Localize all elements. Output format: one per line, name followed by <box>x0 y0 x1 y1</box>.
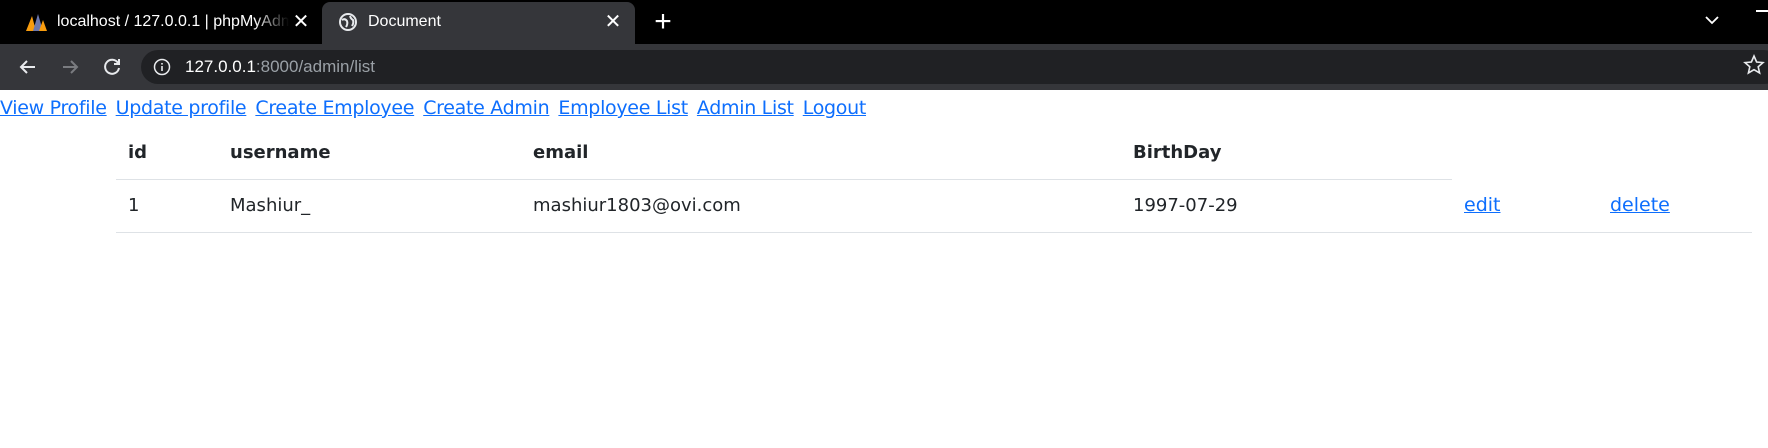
header-email: email <box>521 126 1121 180</box>
cell-delete: delete <box>1598 179 1752 233</box>
admin-table: id username email BirthDay 1 Mashiur_ ma… <box>116 126 1752 233</box>
url-text[interactable]: 127.0.0.1:8000/admin/list <box>185 57 375 77</box>
table-row: 1 Mashiur_ mashiur1803@ovi.com 1997-07-2… <box>116 179 1752 233</box>
header-id: id <box>116 126 218 180</box>
tab-strip: localhost / 127.0.0.1 | phpMyAdmin ✕ Doc… <box>0 0 1768 44</box>
header-birthday: BirthDay <box>1121 126 1452 180</box>
info-icon[interactable] <box>153 58 171 76</box>
page-content: View Profile Update profile Create Emplo… <box>0 90 1768 448</box>
globe-icon <box>339 13 357 31</box>
browser-toolbar: 127.0.0.1:8000/admin/list <box>0 44 1768 90</box>
top-navigation: View Profile Update profile Create Emplo… <box>0 96 869 120</box>
header-username: username <box>218 126 521 180</box>
url-host: 127.0.0.1 <box>185 57 256 76</box>
tab-document[interactable]: Document ✕ <box>322 2 635 44</box>
tab-title: localhost / 127.0.0.1 | phpMyAdmin <box>57 13 289 30</box>
admin-list-link[interactable]: Admin List <box>697 97 794 119</box>
tab-title: Document <box>368 13 441 30</box>
address-bar[interactable]: 127.0.0.1:8000/admin/list <box>141 50 1768 84</box>
cell-birthday: 1997-07-29 <box>1121 179 1452 233</box>
chevron-down-icon[interactable] <box>1700 8 1724 32</box>
close-tab-icon[interactable]: ✕ <box>290 11 312 33</box>
phpmyadmin-icon <box>26 14 47 31</box>
cell-edit: edit <box>1452 179 1598 233</box>
back-arrow-icon[interactable] <box>15 54 41 80</box>
tab-phpmyadmin[interactable]: localhost / 127.0.0.1 | phpMyAdmin ✕ <box>0 0 322 44</box>
close-tab-icon[interactable]: ✕ <box>602 11 624 33</box>
create-employee-link[interactable]: Create Employee <box>255 97 414 119</box>
edit-link[interactable]: edit <box>1464 194 1500 216</box>
cell-email: mashiur1803@ovi.com <box>521 179 1121 233</box>
update-profile-link[interactable]: Update profile <box>116 97 247 119</box>
create-admin-link[interactable]: Create Admin <box>423 97 549 119</box>
cell-id: 1 <box>116 179 218 233</box>
new-tab-icon[interactable]: + <box>650 7 676 37</box>
view-profile-link[interactable]: View Profile <box>0 97 107 119</box>
table-header-row: id username email BirthDay <box>116 126 1752 180</box>
header-delete <box>1598 126 1752 179</box>
header-edit <box>1452 126 1598 179</box>
reload-icon[interactable] <box>99 54 125 80</box>
url-path: :8000/admin/list <box>255 57 375 76</box>
bookmark-star-icon[interactable] <box>1743 54 1765 76</box>
employee-list-link[interactable]: Employee List <box>558 97 688 119</box>
cell-username: Mashiur_ <box>218 179 521 233</box>
delete-link[interactable]: delete <box>1610 194 1670 216</box>
minimize-icon[interactable] <box>1756 10 1768 12</box>
forward-arrow-icon[interactable] <box>57 54 83 80</box>
logout-link[interactable]: Logout <box>803 97 867 119</box>
